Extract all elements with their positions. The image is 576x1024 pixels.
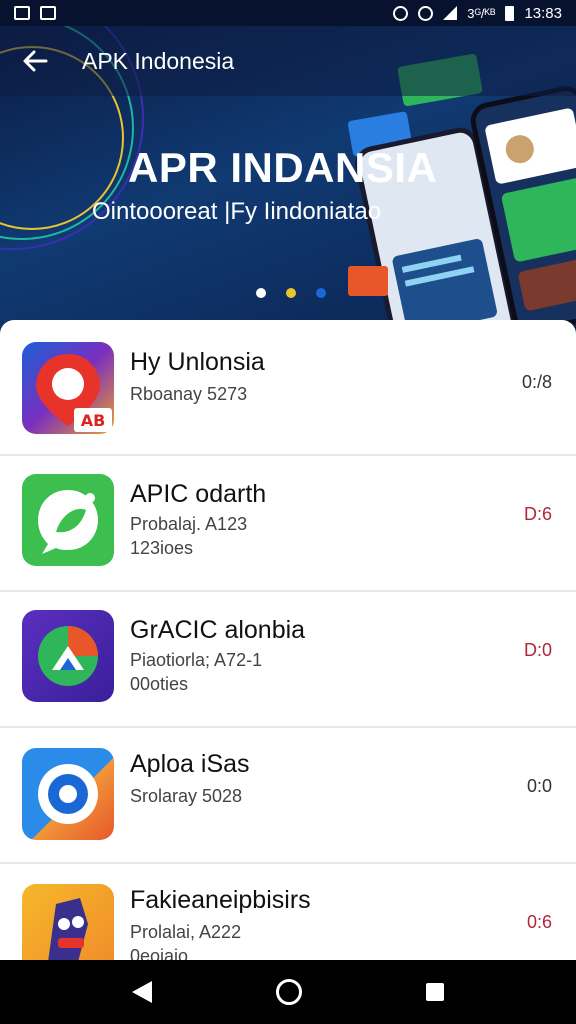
list-item[interactable]: Fakieaneipbisirs Prolalai, A222 0eoiaio … — [0, 864, 576, 960]
status-left — [14, 6, 56, 20]
app-icon-location: AB — [22, 342, 114, 434]
app-value: 0:0 — [526, 776, 552, 796]
back-button[interactable] — [0, 26, 70, 96]
svg-text:AB: AB — [81, 411, 106, 430]
app-meta-secondary: 123ioes — [130, 538, 194, 558]
nav-home-icon[interactable] — [276, 979, 302, 1005]
list-item[interactable]: AB Hy Unlonsia Rboanay 5273 0:/8 — [0, 320, 576, 456]
app-name: GrACIC alonbia — [130, 616, 306, 644]
hero-banner: APK Indonesia APR INDANSIA Ointoooreat |… — [0, 26, 576, 336]
app-icon-character — [22, 884, 114, 960]
nav-back-icon[interactable] — [132, 981, 152, 1003]
app-name: Fakieaneipbisirs — [130, 886, 311, 914]
clock-icon — [418, 5, 434, 21]
back-arrow-icon — [23, 50, 48, 72]
carousel-dot-active[interactable] — [286, 288, 296, 298]
signal-icon — [443, 6, 458, 20]
system-nav-bar — [0, 960, 576, 1024]
app-meta-secondary: 0eoiaio — [130, 946, 189, 960]
carousel-dot[interactable] — [316, 288, 326, 298]
gallery-icon — [14, 6, 30, 20]
app-value: D:0 — [523, 640, 552, 660]
app-bar: APK Indonesia — [0, 26, 576, 96]
nav-recents-icon[interactable] — [426, 983, 444, 1001]
app-icon-graphic — [22, 610, 114, 702]
app-name: Aploa iSas — [130, 750, 250, 778]
app-meta: Rboanay 5273 — [130, 384, 248, 404]
hero-title: APR INDANSIA — [128, 144, 438, 191]
list-item[interactable]: Aploa iSas Srolaray 5028 0:0 — [0, 728, 576, 864]
image-icon — [40, 6, 56, 20]
app-meta-secondary: 00oties — [130, 674, 189, 694]
app-meta: Prolalai, A222 — [130, 922, 242, 942]
status-time: 13:83 — [524, 4, 562, 22]
list-item[interactable]: GrACIC alonbia Piaotiorla; A72-1 00oties… — [0, 592, 576, 728]
list-item[interactable]: APIC odarth Probalaj. A123 123ioes D:6 — [0, 456, 576, 592]
network-label: 3ᴳ/ᴷᴮ — [467, 5, 496, 21]
app-value: 0:/8 — [521, 372, 552, 392]
app-list: AB Hy Unlonsia Rboanay 5273 0:/8 APIC od… — [0, 320, 576, 960]
status-right: 3ᴳ/ᴷᴮ 13:83 — [393, 5, 562, 22]
app-meta: Probalaj. A123 — [130, 514, 248, 534]
app-meta: Srolaray 5028 — [130, 786, 243, 806]
battery-icon — [505, 5, 515, 21]
app-icon-chat — [22, 474, 114, 566]
app-title: APK Indonesia — [82, 47, 235, 74]
app-name: Hy Unlonsia — [130, 348, 265, 376]
app-meta: Piaotiorla; A72-1 — [130, 650, 263, 670]
carousel-dot[interactable] — [256, 288, 266, 298]
app-icon-settings — [22, 748, 114, 840]
hero-subtitle: Ointoooreat |Fy Iindoniatao — [92, 198, 382, 225]
alarm-icon — [393, 5, 409, 21]
app-value: 0:6 — [526, 912, 552, 932]
carousel-dots[interactable] — [256, 288, 326, 298]
app-value: D:6 — [523, 504, 552, 524]
status-bar: 3ᴳ/ᴷᴮ 13:83 — [0, 0, 576, 26]
app-name: APIC odarth — [130, 480, 267, 508]
